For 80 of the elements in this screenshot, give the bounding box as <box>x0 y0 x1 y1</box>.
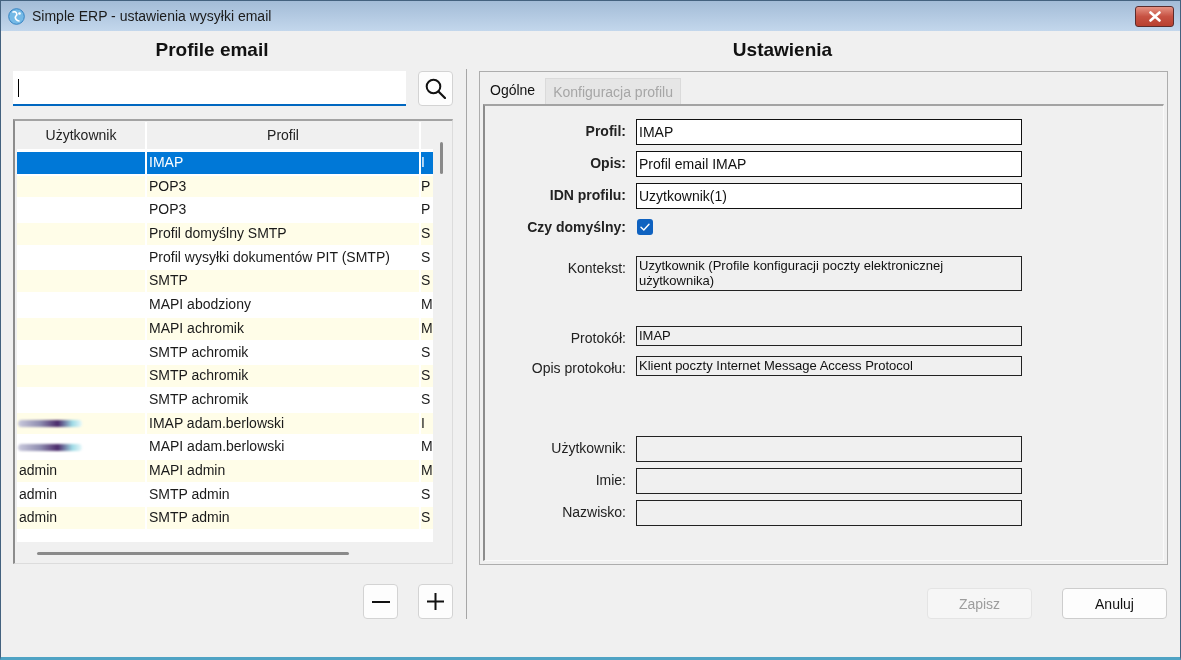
table-cell: MAPI abodziony <box>147 294 421 316</box>
table-cell: MAPI adam.berlowski <box>147 436 421 458</box>
search-icon <box>425 78 446 99</box>
table-cell-text: S <box>421 224 432 244</box>
table-cell-text: M <box>421 318 433 338</box>
table-cell: Profil wysyłki dokumentów PIT (SMTP) <box>147 246 421 269</box>
plus-icon <box>427 593 444 610</box>
field-label: Profil: <box>584 122 626 141</box>
table-row[interactable]: IMAP adam.berlowski I <box>17 412 433 437</box>
readonly-field: Klient poczty Internet Message Access Protocol <box>636 356 1022 376</box>
table-cell-text: S <box>421 247 432 267</box>
field-label: Protokół: <box>569 329 626 348</box>
field-label: Czy domyślny: <box>526 218 626 237</box>
table-row[interactable]: admin MAPI admin M <box>17 459 433 484</box>
window-title: Simple ERP - ustawienia wysyłki email <box>32 8 272 24</box>
table-cell-text: S <box>421 389 432 409</box>
table-cell: SMTP admin <box>147 483 421 506</box>
table-cell: SMTP achromik <box>147 341 421 364</box>
table-cell: SMTP <box>147 270 421 293</box>
panel-heading: Profile email <box>154 39 270 61</box>
table-cell-text: M <box>421 295 433 315</box>
field-label: Imie: <box>594 471 626 490</box>
table-cell-text: M <box>421 437 433 457</box>
field-label: Opis protokołu: <box>530 359 626 378</box>
table-cell-text: P <box>421 200 432 220</box>
table-row[interactable]: IMAP I <box>17 152 433 176</box>
text-field[interactable]: Uzytkownik(1) <box>636 183 1022 209</box>
table-cell-text: M <box>421 460 433 480</box>
table-cell: MAPI admin <box>147 459 421 482</box>
table-cell: IMAP <box>147 152 421 174</box>
remove-button[interactable] <box>363 584 398 619</box>
table-cell: Profil domyślny SMTP <box>147 223 421 245</box>
table-cell: POP3 <box>147 199 421 222</box>
field-label: IDN profilu: <box>548 186 626 205</box>
table-cell-text: S <box>421 508 432 528</box>
add-button[interactable] <box>418 584 453 619</box>
panel-heading: Ustawienia <box>731 39 834 61</box>
field-label: Użytkownik: <box>550 439 626 458</box>
text-field[interactable]: IMAP <box>636 119 1022 145</box>
table-cell: admin <box>17 483 147 506</box>
field-label: Nazwisko: <box>561 503 626 522</box>
search-field[interactable] <box>13 71 406 106</box>
minus-icon <box>371 600 390 603</box>
table-cell-text: S <box>421 366 432 386</box>
table-cell: admin <box>17 459 147 482</box>
text-cursor <box>18 79 19 97</box>
table-cell: POP3 <box>147 175 421 198</box>
column-header[interactable]: Użytkownik <box>17 122 145 149</box>
table-cell-text: P <box>421 176 432 196</box>
table-cell: SMTP achromik <box>147 365 421 387</box>
table-cell: IMAP adam.berlowski <box>147 412 421 435</box>
table-row[interactable]: Profil domyślny SMTP S <box>17 223 433 247</box>
readonly-field: Uzytkownik (Profile konfiguracji poczty elektronicznej użytkownika) <box>636 256 1022 291</box>
table-cell: SMTP achromik <box>147 388 421 411</box>
table-cell-text: I <box>421 153 426 172</box>
scrollbar-thumb[interactable] <box>37 552 349 555</box>
field-label: Kontekst: <box>566 259 626 278</box>
search-button[interactable] <box>418 71 453 106</box>
table-row[interactable]: MAPI achromik M <box>17 317 433 342</box>
readonly-field: IMAP <box>636 326 1022 346</box>
close-icon <box>1148 10 1161 22</box>
table-row[interactable]: SMTP achromik S <box>17 365 433 389</box>
table-row[interactable]: SMTP S <box>17 270 433 295</box>
close-button[interactable] <box>1135 5 1174 27</box>
field-label: Opis: <box>589 154 626 173</box>
table-row[interactable]: admin SMTP admin S <box>17 507 433 531</box>
checkbox[interactable] <box>637 219 653 235</box>
table-cell: SMTP admin <box>147 507 421 529</box>
app-icon <box>8 7 25 25</box>
table-cell-text: S <box>421 484 432 504</box>
text-field[interactable]: Profil email IMAP <box>636 151 1022 177</box>
table-cell-text: S <box>421 342 432 362</box>
table-cell: MAPI achromik <box>147 317 421 340</box>
column-header[interactable]: Profil <box>147 122 419 149</box>
table-cell: admin <box>17 507 147 529</box>
dialog-button[interactable]: Anuluj <box>1062 588 1167 619</box>
table-cell-text: S <box>421 271 432 291</box>
scrollbar-thumb[interactable] <box>440 142 443 174</box>
table-cell-text: I <box>421 413 426 433</box>
table-row[interactable]: POP3 P <box>17 175 433 200</box>
